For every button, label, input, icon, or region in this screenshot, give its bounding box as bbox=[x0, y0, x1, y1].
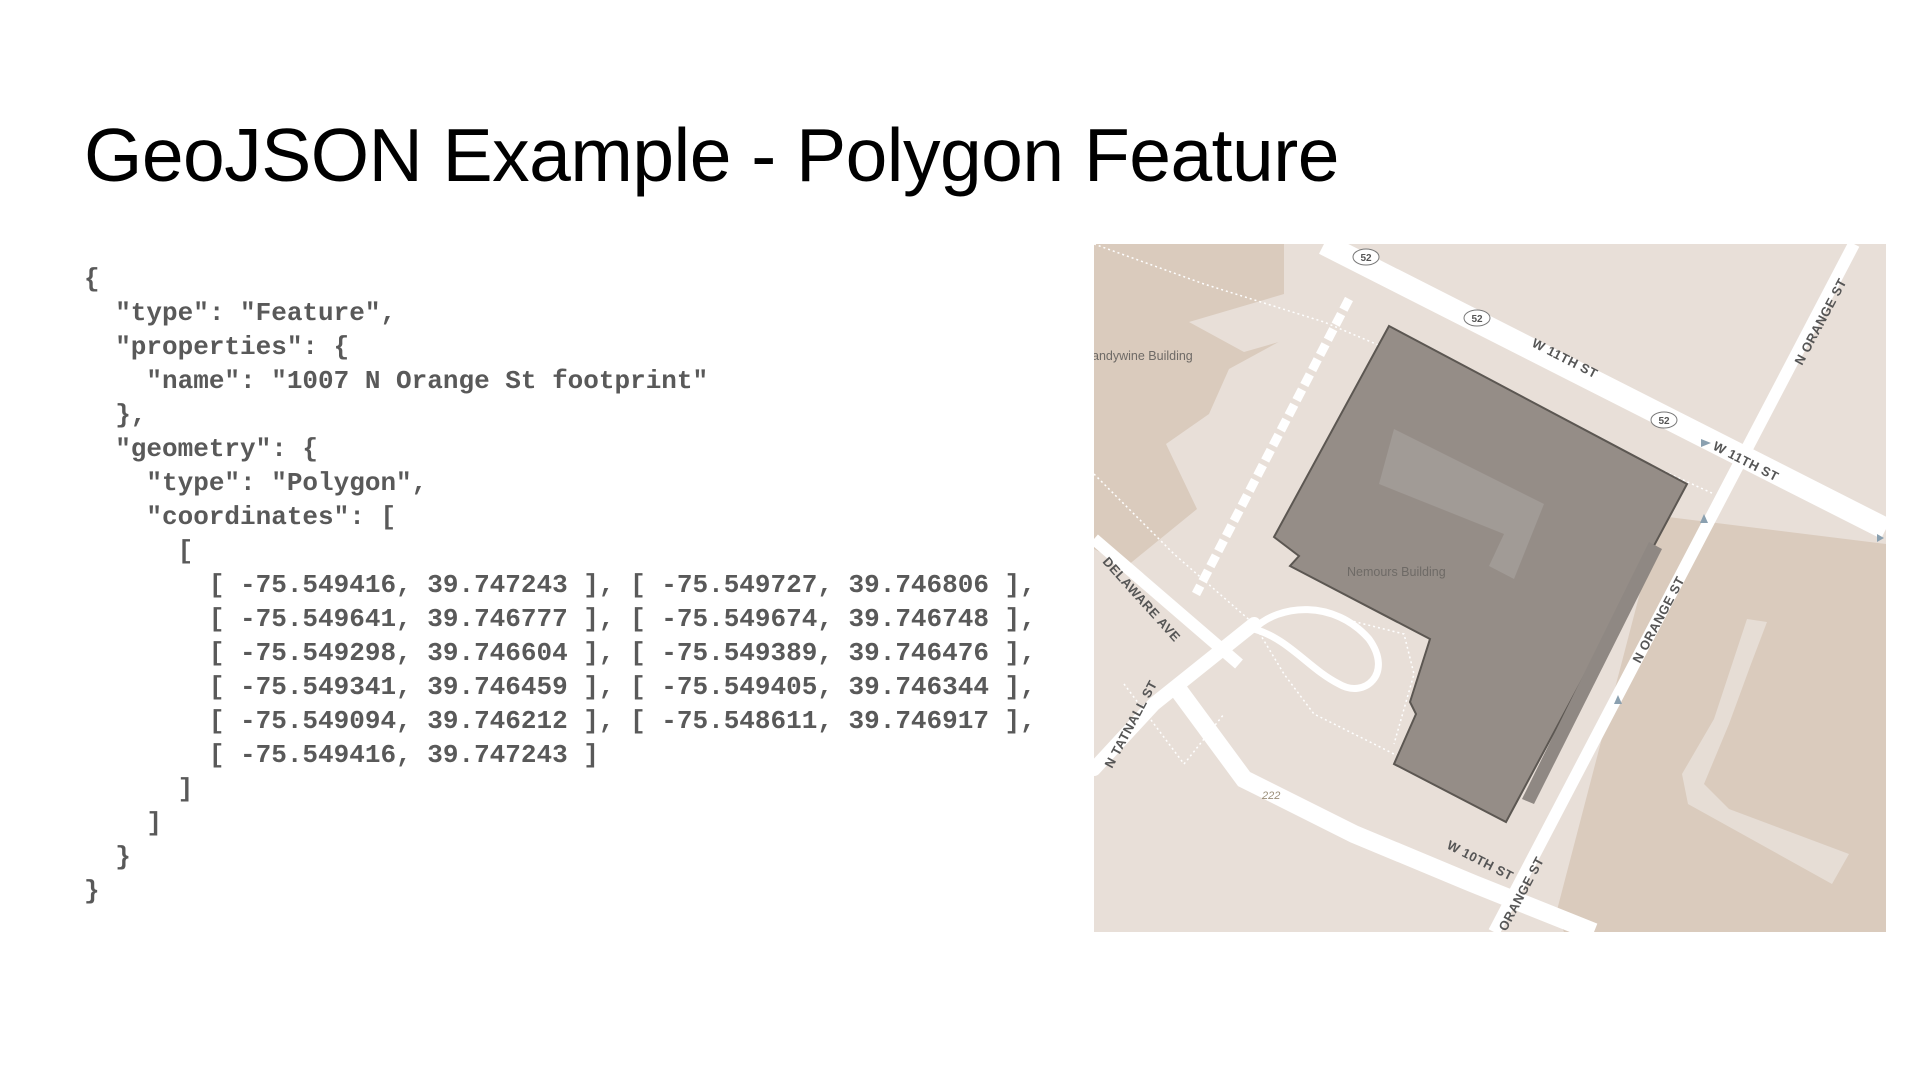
code-line: ] bbox=[84, 774, 194, 804]
code-line: ] bbox=[84, 808, 163, 838]
geojson-code-block: { "type": "Feature", "properties": { "na… bbox=[84, 262, 1036, 908]
route-shield-label: 52 bbox=[1471, 314, 1483, 325]
route-shield-label: 52 bbox=[1658, 416, 1670, 427]
route-52-shield-icon: 52 bbox=[1650, 411, 1678, 429]
code-line: } bbox=[84, 876, 100, 906]
code-line: } bbox=[84, 842, 131, 872]
code-line: [ bbox=[84, 536, 194, 566]
brandywine-building-label: andywine Building bbox=[1094, 349, 1193, 363]
code-line: [ -75.549094, 39.746212 ], [ -75.548611,… bbox=[84, 706, 1036, 736]
route-52-shield-icon: 52 bbox=[1352, 248, 1380, 266]
code-line: [ -75.549341, 39.746459 ], [ -75.549405,… bbox=[84, 672, 1036, 702]
code-line: "type": "Polygon", bbox=[84, 468, 428, 498]
code-line: "coordinates": [ bbox=[84, 502, 397, 532]
route-52-shield-icon: 52 bbox=[1463, 309, 1491, 327]
slide-title: GeoJSON Example - Polygon Feature bbox=[84, 113, 1339, 197]
nemours-building-label: Nemours Building bbox=[1347, 565, 1446, 579]
route-shield-label: 52 bbox=[1360, 253, 1372, 264]
map-canvas[interactable]: 52 52 52 W 11TH ST W 11TH ST W 10TH ST D… bbox=[1094, 244, 1886, 932]
code-line: [ -75.549298, 39.746604 ], [ -75.549389,… bbox=[84, 638, 1036, 668]
code-line: }, bbox=[84, 400, 147, 430]
code-line: "name": "1007 N Orange St footprint" bbox=[84, 366, 709, 396]
map-panel[interactable]: 52 52 52 W 11TH ST W 11TH ST W 10TH ST D… bbox=[1094, 244, 1886, 932]
code-line: "type": "Feature", bbox=[84, 298, 397, 328]
code-line: { bbox=[84, 264, 100, 294]
code-line: "geometry": { bbox=[84, 434, 319, 464]
code-line: [ -75.549416, 39.747243 ], [ -75.549727,… bbox=[84, 570, 1036, 600]
code-line: [ -75.549641, 39.746777 ], [ -75.549674,… bbox=[84, 604, 1036, 634]
code-line: "properties": { bbox=[84, 332, 350, 362]
lot-number-label: 222 bbox=[1261, 790, 1280, 802]
code-line: [ -75.549416, 39.747243 ] bbox=[84, 740, 599, 770]
